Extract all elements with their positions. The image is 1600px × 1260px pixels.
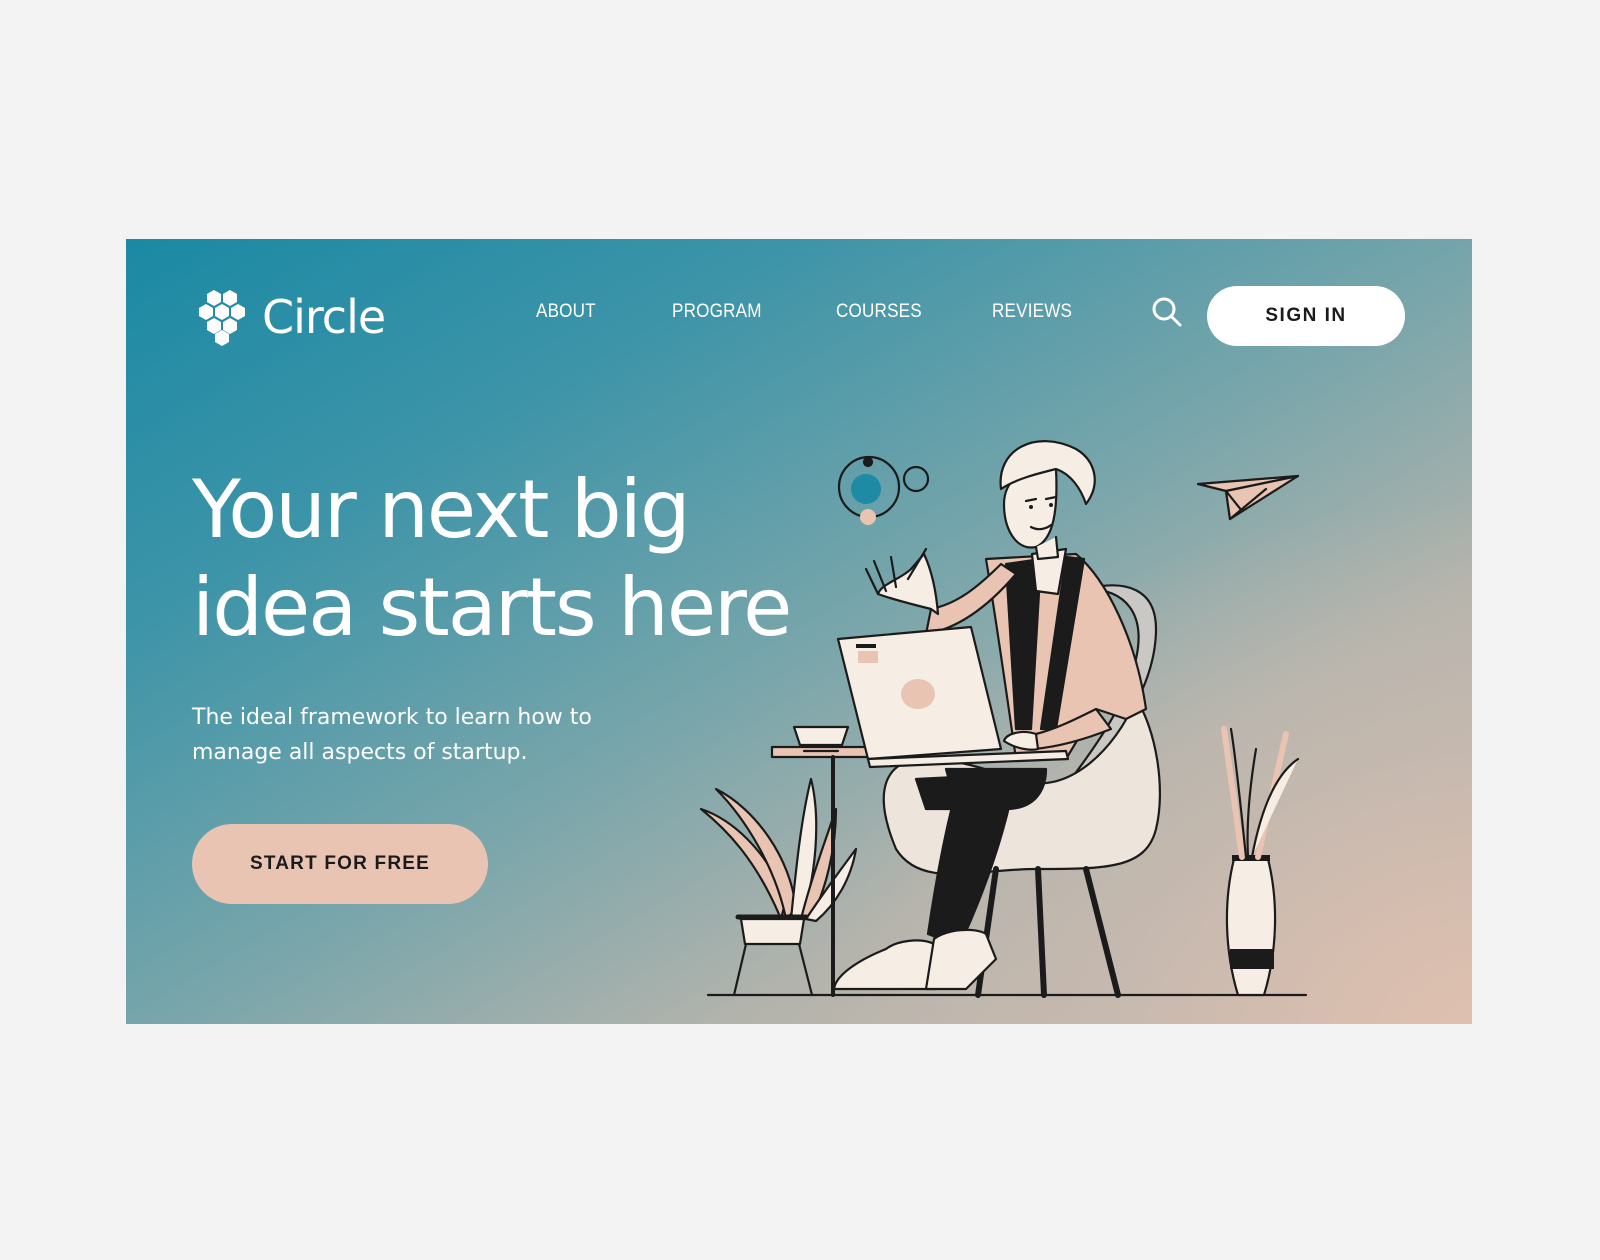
search-icon[interactable] — [1150, 295, 1184, 329]
start-for-free-button[interactable]: START FOR FREE — [192, 824, 488, 904]
subhead-line-1: The ideal framework to learn how to — [192, 705, 592, 730]
nav-reviews[interactable]: REVIEWS — [992, 301, 1072, 323]
atom-icon — [837, 455, 930, 525]
right-vase — [1221, 726, 1300, 997]
nav-program[interactable]: PROGRAM — [672, 301, 762, 323]
brand-name: Circle — [262, 290, 386, 344]
brand-logo[interactable]: Circle — [192, 286, 386, 348]
nav-courses[interactable]: COURSES — [836, 301, 922, 323]
person-with-laptop-illustration — [699, 440, 1308, 998]
nav-about[interactable]: ABOUT — [536, 301, 596, 323]
headline-line-1: Your next big — [192, 463, 691, 556]
hero-section: Circle ABOUT PROGRAM COURSES REVIEWS SIG… — [126, 239, 1472, 1024]
subhead-line-2: manage all aspects of startup. — [192, 740, 528, 765]
hero-subheading: The ideal framework to learn how to mana… — [192, 700, 632, 770]
paper-plane-icon — [1196, 474, 1300, 521]
sign-in-button[interactable]: SIGN IN — [1207, 286, 1405, 346]
hexagon-cluster-icon — [199, 290, 245, 346]
